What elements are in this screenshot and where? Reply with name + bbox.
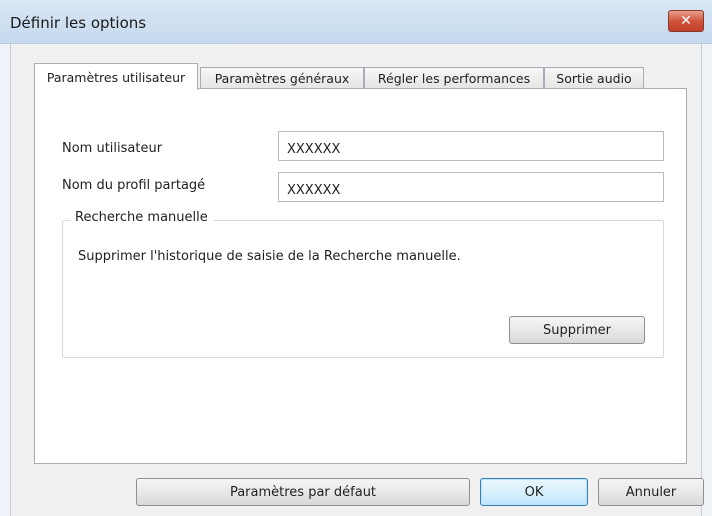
- tab-label: Paramètres généraux: [214, 71, 350, 86]
- title-bar: Définir les options ✕: [0, 0, 712, 44]
- ok-label: OK: [524, 484, 544, 500]
- defaults-button[interactable]: Paramètres par défaut: [136, 478, 470, 506]
- defaults-label: Paramètres par défaut: [229, 484, 377, 500]
- tab-user-settings[interactable]: Paramètres utilisateur: [34, 63, 198, 90]
- tab-general-settings[interactable]: Paramètres généraux: [200, 67, 364, 89]
- username-input[interactable]: [278, 131, 664, 161]
- window-title: Définir les options: [10, 14, 147, 32]
- delete-history-label: Supprimer: [543, 322, 611, 338]
- cancel-button[interactable]: Annuler: [598, 478, 704, 506]
- tab-performance[interactable]: Régler les performances: [364, 67, 544, 89]
- manual-search-description: Supprimer l'historique de saisie de la R…: [78, 249, 461, 264]
- close-button[interactable]: ✕: [668, 10, 704, 32]
- close-icon: ✕: [680, 13, 692, 29]
- shared-profile-label: Nom du profil partagé: [62, 178, 206, 193]
- tab-label: Régler les performances: [377, 71, 531, 86]
- options-dialog: Définir les options ✕ Paramètres utilisa…: [0, 0, 712, 516]
- ok-button[interactable]: OK: [480, 478, 588, 506]
- tab-label: Paramètres utilisateur: [46, 69, 186, 85]
- tab-audio-output[interactable]: Sortie audio: [544, 67, 644, 89]
- delete-history-button[interactable]: Supprimer: [509, 316, 645, 344]
- username-label: Nom utilisateur: [62, 141, 163, 156]
- tab-label: Sortie audio: [556, 71, 632, 86]
- cancel-label: Annuler: [625, 484, 677, 500]
- shared-profile-input[interactable]: [278, 172, 664, 202]
- manual-search-group-title: Recherche manuelle: [70, 210, 213, 225]
